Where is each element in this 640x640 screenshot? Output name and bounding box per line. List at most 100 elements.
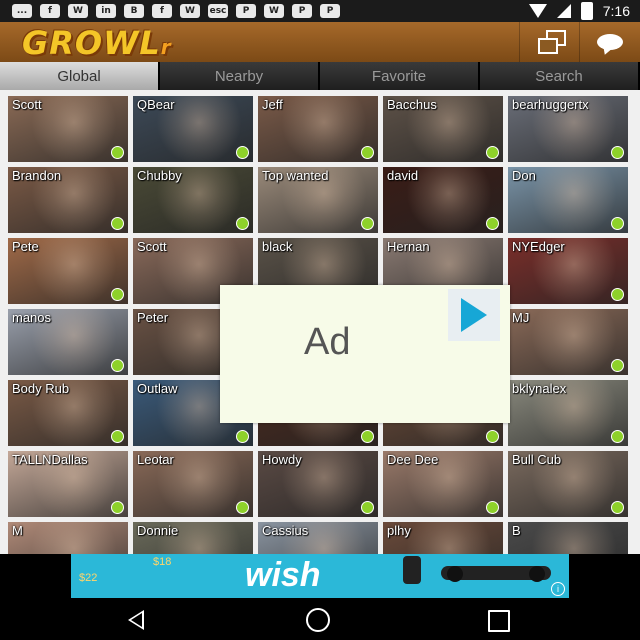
recent-apps-icon[interactable]	[488, 610, 510, 632]
profile-name: M	[12, 523, 23, 538]
app-logo: GROWLr	[22, 24, 172, 62]
profile-name: Peter	[137, 310, 169, 325]
status-bar: ... f Win Bf Wesc P W P P 7:16	[0, 0, 640, 22]
tab-search[interactable]: Search	[480, 62, 640, 90]
profile-tile[interactable]: Cassius	[258, 522, 378, 554]
notification-icon: P	[320, 4, 340, 18]
online-indicator-icon	[611, 146, 624, 159]
profile-name: Brandon	[12, 168, 62, 183]
notification-icon: W	[180, 4, 200, 18]
battery-icon	[580, 2, 593, 20]
online-indicator-icon	[236, 146, 249, 159]
online-indicator-icon	[111, 430, 124, 443]
back-icon[interactable]	[128, 610, 144, 630]
profile-name: Bacchus	[387, 97, 437, 112]
profile-tile[interactable]: bearhuggertx	[508, 96, 628, 162]
profile-tile[interactable]: Donnie	[133, 522, 253, 554]
online-indicator-icon	[611, 359, 624, 372]
profile-tile[interactable]: Scott	[8, 96, 128, 162]
notification-icon: W	[264, 4, 284, 18]
profile-name: bklynalex	[512, 381, 567, 396]
profile-tile[interactable]: manos	[8, 309, 128, 375]
profile-tile[interactable]: Chubby	[133, 167, 253, 233]
profile-name: Cassius	[262, 523, 309, 538]
online-indicator-icon	[361, 501, 374, 514]
online-indicator-icon	[486, 501, 499, 514]
online-indicator-icon	[361, 146, 374, 159]
notification-icon: f	[40, 4, 60, 18]
profile-tile[interactable]: Bull Cub	[508, 451, 628, 517]
profile-name: Bull Cub	[512, 452, 562, 467]
banner-price-left: $22	[79, 572, 98, 584]
online-indicator-icon	[111, 217, 124, 230]
profile-tile[interactable]: plhy	[383, 522, 503, 554]
wifi-icon	[528, 4, 547, 18]
profile-name: Pete	[12, 239, 39, 254]
online-indicator-icon	[361, 430, 374, 443]
profile-tile[interactable]: QBear	[133, 96, 253, 162]
tab-bar: Global Nearby Favorite Search	[0, 62, 640, 90]
notification-icon: P	[292, 4, 312, 18]
notification-icon: ...	[12, 4, 32, 18]
profile-tile[interactable]: Top wanted	[258, 167, 378, 233]
clock: 7:16	[602, 3, 630, 19]
wish-banner-ad[interactable]: $22 $18 wish i	[71, 554, 569, 598]
profile-name: Leotar	[137, 452, 174, 467]
windows-button[interactable]	[519, 22, 580, 62]
tab-nearby[interactable]: Nearby	[160, 62, 320, 90]
profile-tile[interactable]: Don	[508, 167, 628, 233]
home-icon[interactable]	[306, 608, 330, 632]
online-indicator-icon	[611, 501, 624, 514]
online-indicator-icon	[486, 430, 499, 443]
ad-info-icon[interactable]: i	[551, 582, 565, 596]
online-indicator-icon	[236, 501, 249, 514]
profile-name: TALLNDallas	[12, 452, 88, 467]
profile-tile[interactable]: M	[8, 522, 128, 554]
profile-name: Jeff	[262, 97, 283, 112]
status-right: 7:16	[528, 0, 630, 22]
online-indicator-icon	[486, 217, 499, 230]
tab-favorite[interactable]: Favorite	[320, 62, 480, 90]
profile-name: Don	[512, 168, 536, 183]
ad-play-button[interactable]	[448, 289, 500, 341]
chat-button[interactable]	[579, 22, 640, 62]
chat-bubble-icon	[597, 34, 623, 50]
ad-label: Ad	[304, 321, 351, 363]
profile-name: Scott	[137, 239, 167, 254]
tab-global[interactable]: Global	[0, 62, 160, 90]
profile-name: NYEdger	[512, 239, 565, 254]
profile-tile[interactable]: NYEdger	[508, 238, 628, 304]
profile-tile[interactable]: MJ	[508, 309, 628, 375]
ad-overlay[interactable]: Ad	[220, 285, 510, 423]
profile-tile[interactable]: Bacchus	[383, 96, 503, 162]
profile-name: Chubby	[137, 168, 182, 183]
profile-tile[interactable]: Body Rub	[8, 380, 128, 446]
profile-tile[interactable]: Brandon	[8, 167, 128, 233]
profile-tile[interactable]: Leotar	[133, 451, 253, 517]
wheel-left	[447, 566, 463, 582]
profile-name: david	[387, 168, 419, 183]
online-indicator-icon	[236, 430, 249, 443]
online-indicator-icon	[111, 501, 124, 514]
profile-tile[interactable]: TALLNDallas	[8, 451, 128, 517]
profile-tile[interactable]: Howdy	[258, 451, 378, 517]
online-indicator-icon	[611, 217, 624, 230]
nav-bar	[0, 600, 640, 640]
wish-logo: wish	[245, 556, 321, 594]
profile-name: Outlaw	[137, 381, 178, 396]
profile-name: black	[262, 239, 293, 254]
signal-icon	[556, 4, 571, 18]
profile-name: Body Rub	[12, 381, 70, 396]
profile-tile[interactable]: bklynalex	[508, 380, 628, 446]
notification-icon: P	[236, 4, 256, 18]
notification-icon: f	[152, 4, 172, 18]
notification-icon: W	[68, 4, 88, 18]
online-indicator-icon	[611, 430, 624, 443]
profile-tile[interactable]: Pete	[8, 238, 128, 304]
hoverboard-image	[441, 566, 551, 582]
profile-tile[interactable]: B	[508, 522, 628, 554]
profile-tile[interactable]: Dee Dee	[383, 451, 503, 517]
profile-tile[interactable]: david	[383, 167, 503, 233]
profile-name: plhy	[387, 523, 411, 538]
profile-tile[interactable]: Jeff	[258, 96, 378, 162]
